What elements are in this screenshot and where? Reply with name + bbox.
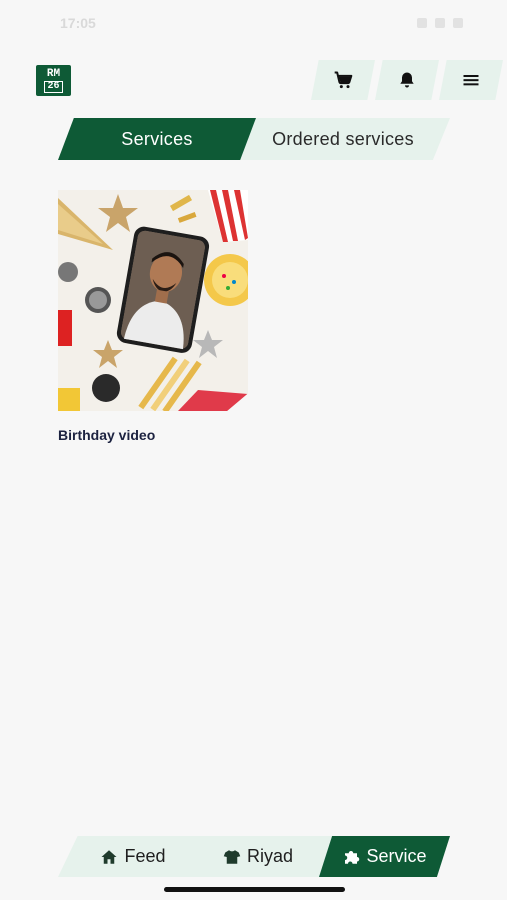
status-icons [417,18,463,28]
bottom-navigation: Feed Riyad Service [58,836,450,877]
nav-item-service[interactable]: Service [319,836,450,877]
status-bar: 17:05 [0,12,507,34]
puzzle-icon [345,850,360,864]
app-logo[interactable]: RM 26 [36,65,71,96]
tab-services[interactable]: Services [58,118,256,160]
menu-button[interactable] [439,60,503,100]
signal-icon [417,18,427,28]
nav-label-service: Service [366,846,427,866]
home-indicator[interactable] [164,887,345,892]
cart-button[interactable] [311,60,375,100]
cart-icon [334,71,353,89]
birthday-video-thumbnail [58,190,248,411]
logo-line2: 26 [44,80,63,93]
service-title: Birthday video [58,427,156,443]
notifications-button[interactable] [375,60,439,100]
wifi-icon [435,18,445,28]
service-card-image[interactable] [58,190,248,411]
bell-icon [400,72,414,88]
status-time: 17:05 [60,15,96,31]
nav-label-riyad: Riyad [246,846,294,866]
app-screen: 17:05 RM 26 Ordered services Services Bi… [0,0,507,900]
nav-item-riyad[interactable]: Riyad [198,836,318,877]
nav-label-feed: Feed [124,846,166,866]
logo-line1: RM [46,67,61,80]
menu-icon [463,75,479,86]
battery-icon [453,18,463,28]
home-icon [101,849,117,864]
tab-ordered-services[interactable]: Ordered services [236,118,450,160]
shirt-icon [223,849,241,864]
nav-item-feed[interactable]: Feed [78,836,188,877]
service-card[interactable]: Birthday video [58,190,248,443]
service-tabs: Ordered services Services [58,118,450,160]
